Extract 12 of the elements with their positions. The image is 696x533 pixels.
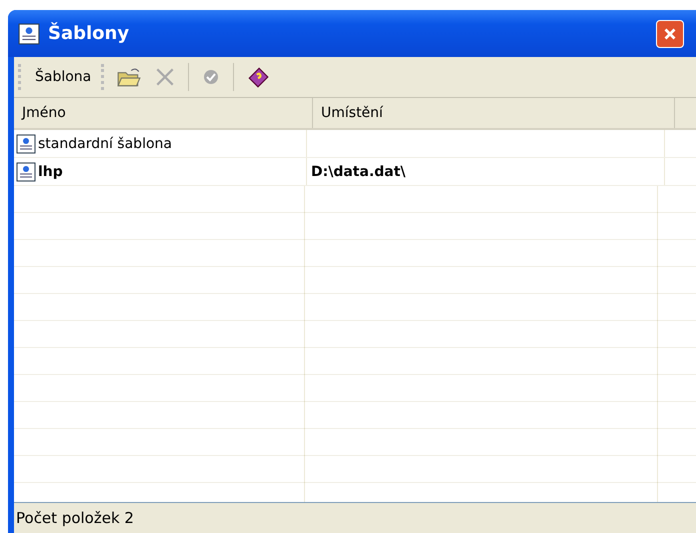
cross-icon (154, 66, 176, 88)
template-name[interactable]: lhp (38, 164, 63, 180)
document-icon (18, 22, 40, 44)
column-header[interactable]: Umístění (313, 98, 675, 128)
column-header[interactable]: Jméno (14, 98, 313, 128)
window-title: Šablony (48, 23, 130, 44)
template-name[interactable]: standardní šablona (38, 136, 172, 152)
location-cell: D:\data.dat\ (311, 164, 406, 180)
menu-button[interactable]: Šablona (29, 65, 98, 89)
close-button[interactable] (656, 20, 684, 48)
item-count: Počet položek 2 (16, 509, 134, 527)
folder-icon (116, 66, 142, 88)
